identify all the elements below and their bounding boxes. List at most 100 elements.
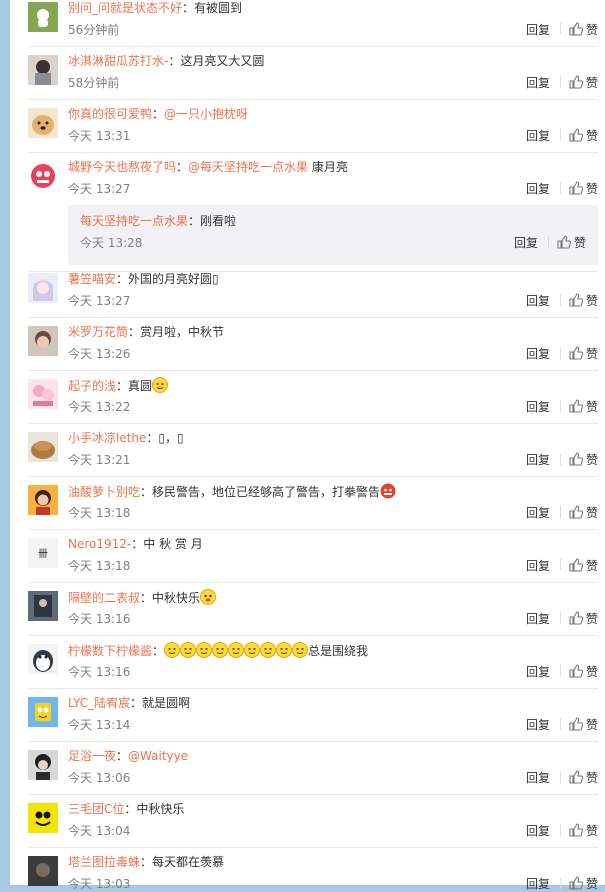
username-link[interactable]: 三毛团C位 xyxy=(68,802,124,816)
avatar[interactable] xyxy=(28,485,58,515)
thumbs-up-icon[interactable] xyxy=(569,181,583,195)
avatar[interactable] xyxy=(28,750,58,780)
reply-button[interactable]: 回复 xyxy=(526,452,550,468)
username-link[interactable]: 薯笠喵安 xyxy=(68,272,116,286)
username-link[interactable]: 冰淇淋甜瓜苏打水- xyxy=(68,54,168,68)
reply-button[interactable]: 回复 xyxy=(526,75,550,91)
avatar[interactable] xyxy=(28,161,58,191)
username-link[interactable]: 油酸萝卜别吃 xyxy=(68,485,140,499)
comment-text: ：每天都在羡慕 xyxy=(140,855,225,869)
like-button[interactable]: 赞 xyxy=(574,236,586,250)
thumbs-up-icon[interactable] xyxy=(569,346,583,360)
like-button[interactable]: 赞 xyxy=(586,612,598,626)
comment-text: ：真圆 xyxy=(116,379,153,393)
avatar[interactable] xyxy=(28,2,58,32)
thumbs-up-icon[interactable] xyxy=(569,823,583,837)
svg-text:卌: 卌 xyxy=(38,548,48,560)
username-link[interactable]: 小手冰凉lethe xyxy=(68,431,146,445)
avatar[interactable] xyxy=(28,326,58,356)
username-link[interactable]: 城野今天也熬夜了吗 xyxy=(68,160,176,174)
thumbs-up-icon[interactable] xyxy=(569,717,583,731)
avatar[interactable] xyxy=(28,803,58,833)
username-link[interactable]: 别问_问就是状态不好 xyxy=(68,1,182,15)
like-button[interactable]: 赞 xyxy=(586,182,598,196)
reply-button[interactable]: 回复 xyxy=(514,235,538,251)
thumbs-up-icon[interactable] xyxy=(569,611,583,625)
avatar[interactable] xyxy=(28,591,58,621)
reply-button[interactable]: 回复 xyxy=(526,823,550,839)
comment-time: 今天 13:27 xyxy=(68,294,131,308)
like-button[interactable]: 赞 xyxy=(586,347,598,361)
like-button[interactable]: 赞 xyxy=(586,294,598,308)
like-button[interactable]: 赞 xyxy=(586,665,598,679)
like-button[interactable]: 赞 xyxy=(586,453,598,467)
thumbs-up-icon[interactable] xyxy=(569,558,583,572)
mention-link[interactable]: @一只小抱枕呀 xyxy=(164,107,248,121)
reply-button[interactable]: 回复 xyxy=(526,717,550,733)
username-link[interactable]: 起子的浅 xyxy=(68,379,116,393)
thumbs-up-icon[interactable] xyxy=(569,770,583,784)
mention-link[interactable]: @每天坚持吃一点水果 xyxy=(188,160,308,174)
reply-button[interactable]: 回复 xyxy=(526,558,550,574)
like-button[interactable]: 赞 xyxy=(586,877,598,891)
thumbs-up-icon[interactable] xyxy=(569,876,583,890)
comment-time: 今天 13:26 xyxy=(68,347,131,361)
reply-username-link[interactable]: 每天坚持吃一点水果 xyxy=(80,214,188,228)
like-button[interactable]: 赞 xyxy=(586,506,598,520)
thumbs-up-icon[interactable] xyxy=(569,293,583,307)
emoji-icon xyxy=(164,642,181,658)
reply-button[interactable]: 回复 xyxy=(526,876,550,892)
like-button[interactable]: 赞 xyxy=(586,718,598,732)
comment-text: ：这月亮又大又圆 xyxy=(168,54,265,68)
username-link[interactable]: 柠檬数下柠檬酱 xyxy=(68,644,152,658)
avatar[interactable] xyxy=(28,856,58,886)
username-link[interactable]: 米罗万花筒 xyxy=(68,325,128,339)
reply-button[interactable]: 回复 xyxy=(526,128,550,144)
thumbs-up-icon[interactable] xyxy=(569,505,583,519)
username-link[interactable]: LYC_陆宥宸 xyxy=(68,696,130,710)
thumbs-up-icon[interactable] xyxy=(557,235,571,249)
reply-button[interactable]: 回复 xyxy=(526,181,550,197)
avatar[interactable] xyxy=(28,432,58,462)
like-button[interactable]: 赞 xyxy=(586,23,598,37)
reply-button[interactable]: 回复 xyxy=(526,346,550,362)
avatar[interactable] xyxy=(28,108,58,138)
thumbs-up-icon[interactable] xyxy=(569,75,583,89)
reply-button[interactable]: 回复 xyxy=(526,22,550,38)
username-link[interactable]: 足浴一夜 xyxy=(68,749,116,763)
thumbs-up-icon[interactable] xyxy=(569,128,583,142)
avatar[interactable]: 卌 xyxy=(28,538,58,568)
like-button[interactable]: 赞 xyxy=(586,824,598,838)
like-button[interactable]: 赞 xyxy=(586,559,598,573)
thumbs-up-icon[interactable] xyxy=(569,452,583,466)
thumbs-up-icon[interactable] xyxy=(569,399,583,413)
username-link[interactable]: Nero1912- xyxy=(68,537,131,551)
avatar[interactable] xyxy=(28,697,58,727)
emoji-icon xyxy=(196,642,213,658)
reply-text: ：刚看啦 xyxy=(188,214,237,228)
avatar[interactable] xyxy=(28,379,58,409)
reply-button[interactable]: 回复 xyxy=(526,611,550,627)
username-link[interactable]: 隔壁的二表叔 xyxy=(68,591,140,605)
username-link[interactable]: 塔兰图拉毒蛛 xyxy=(68,855,140,869)
reply-button[interactable]: 回复 xyxy=(526,505,550,521)
reply-button[interactable]: 回复 xyxy=(526,399,550,415)
avatar[interactable] xyxy=(28,55,58,85)
mention-link[interactable]: @Waityye xyxy=(128,749,188,763)
like-button[interactable]: 赞 xyxy=(586,129,598,143)
avatar[interactable] xyxy=(28,644,58,674)
reply-time: 今天 13:28 xyxy=(80,236,143,250)
reply-button[interactable]: 回复 xyxy=(526,293,550,309)
reply-button[interactable]: 回复 xyxy=(526,664,550,680)
like-button[interactable]: 赞 xyxy=(586,76,598,90)
avatar[interactable] xyxy=(28,273,58,303)
like-button[interactable]: 赞 xyxy=(586,771,598,785)
thumbs-up-icon[interactable] xyxy=(569,22,583,36)
reply-button[interactable]: 回复 xyxy=(526,770,550,786)
thumbs-up-icon[interactable] xyxy=(569,664,583,678)
emoji-icon xyxy=(244,642,261,658)
emoji-icon xyxy=(228,642,245,658)
comment-text: ：中秋快乐 xyxy=(124,802,185,816)
like-button[interactable]: 赞 xyxy=(586,400,598,414)
username-link[interactable]: 你真的很可爱鸭 xyxy=(68,107,152,121)
